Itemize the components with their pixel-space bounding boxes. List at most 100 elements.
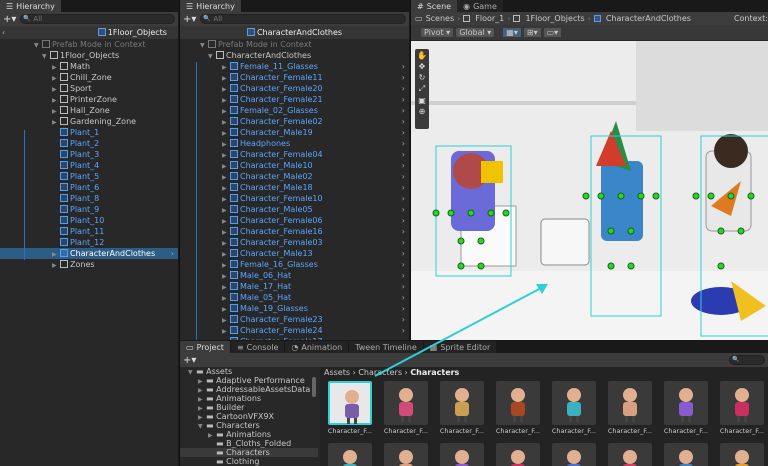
hierarchy-1-prefab-mode[interactable]: ▼ Prefab Mode in Context [0, 39, 178, 50]
hierarchy-2-item[interactable]: ▶ Character_Female04 › [180, 149, 409, 160]
chevron-right-icon[interactable]: › [402, 160, 405, 171]
hierarchy-2-item[interactable]: ▶ Female_16_Glasses › [180, 259, 409, 270]
hierarchy-2-item[interactable]: ▶ Character_Female17 › [180, 336, 409, 340]
hierarchy-1-item[interactable]: ▶ Sport [0, 83, 178, 94]
breadcrumb-character[interactable]: CharacterAndClothes [606, 14, 691, 23]
scale-tool-icon[interactable]: ⤢ [419, 84, 425, 94]
hierarchy-1-item[interactable]: Plant_3 [0, 149, 178, 160]
character-thumbnail[interactable] [664, 443, 708, 466]
character-thumbnail[interactable] [552, 443, 596, 466]
chevron-right-icon[interactable]: › [402, 336, 405, 340]
hierarchy-1-item[interactable]: Plant_4 [0, 160, 178, 171]
hierarchy-1-item[interactable]: ▶ CharacterAndClothes › [0, 248, 178, 259]
hierarchy-2-item[interactable]: ▶ Character_Female03 › [180, 237, 409, 248]
chevron-right-icon[interactable]: › [402, 171, 405, 182]
hierarchy-1-item[interactable]: Plant_12 [0, 237, 178, 248]
hierarchy-1-item[interactable]: Plant_8 [0, 193, 178, 204]
character-thumbnail[interactable] [440, 443, 484, 466]
chevron-right-icon[interactable]: › [402, 127, 405, 138]
character-thumbnail[interactable] [720, 443, 764, 466]
transform-tool-icon[interactable]: ⊕ [419, 107, 426, 116]
hierarchy-2-item[interactable]: ▶ Character_Female11 › [180, 72, 409, 83]
hand-tool-icon[interactable]: ✋ [417, 51, 427, 60]
add-icon[interactable]: +▾ [183, 355, 196, 366]
folder-item[interactable]: ▶ ▬ Animations [180, 394, 318, 403]
chevron-right-icon[interactable]: › [402, 292, 405, 303]
increment-icon[interactable]: ▭▾ [543, 28, 562, 37]
hierarchy-1-item[interactable]: Plant_2 [0, 138, 178, 149]
hierarchy-1-tab[interactable]: ☰ Hierarchy [0, 0, 61, 12]
breadcrumb-floor[interactable]: Floor_1 [475, 14, 504, 23]
folder-item[interactable]: ▬ B_Cloths_Folded [180, 439, 318, 448]
folder-tree-scrollbar[interactable] [312, 377, 316, 397]
hierarchy-2-item[interactable]: ▶ Character_Female16 › [180, 226, 409, 237]
chevron-right-icon[interactable]: › [402, 226, 405, 237]
hierarchy-2-item[interactable]: ▶ Character_Male13 › [180, 248, 409, 259]
back-icon[interactable]: ‹ [2, 28, 5, 37]
character-thumbnail[interactable] [608, 443, 652, 466]
chevron-right-icon[interactable]: › [402, 61, 405, 72]
chevron-right-icon[interactable]: › [402, 325, 405, 336]
grid-snap-icon[interactable]: ▦▾ [503, 28, 521, 37]
sprite-editor-tab[interactable]: ▦ Sprite Editor [423, 341, 497, 353]
hierarchy-2-item[interactable]: ▶ Character_Male18 › [180, 182, 409, 193]
folder-item[interactable]: ▬ Clothing [180, 457, 318, 466]
path-characters-sub[interactable]: Characters [410, 368, 459, 377]
breadcrumb-scenes[interactable]: Scenes [426, 14, 455, 23]
hierarchy-2-item[interactable]: ▶ Female_11_Glasses › [180, 61, 409, 72]
character-thumbnail[interactable] [384, 443, 428, 466]
console-tab[interactable]: ≡ Console [230, 341, 285, 353]
hierarchy-1-item[interactable]: Plant_9 [0, 204, 178, 215]
character-thumbnail[interactable] [664, 381, 708, 425]
chevron-right-icon[interactable]: › [402, 94, 405, 105]
folder-item[interactable]: ▶ ▬ CartoonVFX9X [180, 412, 318, 421]
hierarchy-1-item[interactable]: Plant_11 [0, 226, 178, 237]
chevron-right-icon[interactable]: › [402, 193, 405, 204]
chevron-right-icon[interactable]: › [171, 248, 174, 259]
animation-tab[interactable]: ◔ Animation [285, 341, 349, 353]
hierarchy-2-item[interactable]: ▶ Character_Male19 › [180, 127, 409, 138]
project-tab[interactable]: ▭ Project [180, 341, 230, 353]
hierarchy-2-item[interactable]: ▶ Male_06_Hat › [180, 270, 409, 281]
character-thumbnail[interactable] [384, 381, 428, 425]
hierarchy-2-object[interactable]: ▼ CharacterAndClothes [180, 50, 409, 61]
hierarchy-1-item[interactable]: ▶ Math [0, 61, 178, 72]
folder-item[interactable]: ▶ ▬ AddressableAssetsData [180, 385, 318, 394]
chevron-right-icon[interactable]: › [402, 138, 405, 149]
folder-item[interactable]: ▼ ▬ Characters [180, 421, 318, 430]
rotate-tool-icon[interactable]: ↻ [419, 73, 426, 82]
character-thumbnail[interactable] [720, 381, 764, 425]
global-dropdown[interactable]: Global ▾ [456, 28, 495, 37]
hierarchy-2-item[interactable]: ▶ Character_Female24 › [180, 325, 409, 336]
hierarchy-1-item[interactable]: ▶ Gardening_Zone [0, 116, 178, 127]
folder-item[interactable]: ▶ ▬ Adaptive Performance [180, 376, 318, 385]
hierarchy-2-item[interactable]: ▶ Character_Female21 › [180, 94, 409, 105]
hierarchy-1-item[interactable]: ▶ Hall_Zone [0, 105, 178, 116]
chevron-right-icon[interactable]: › [402, 314, 405, 325]
hierarchy-2-item[interactable]: ▶ Character_Female23 › [180, 314, 409, 325]
hierarchy-2-item[interactable]: ▶ Character_Female06 › [180, 215, 409, 226]
chevron-right-icon[interactable]: › [402, 72, 405, 83]
path-assets[interactable]: Assets [324, 368, 350, 377]
character-thumbnail[interactable] [328, 381, 372, 425]
hierarchy-1-item[interactable]: ▶ PrinterZone [0, 94, 178, 105]
game-tab[interactable]: ◉ Game [457, 0, 503, 12]
hierarchy-2-item[interactable]: ▶ Male_05_Hat › [180, 292, 409, 303]
chevron-right-icon[interactable]: › [402, 83, 405, 94]
hierarchy-1-root[interactable]: ‹ 1Floor_Objects [0, 26, 178, 39]
hierarchy-1-item[interactable]: ▶ Chill_Zone [0, 72, 178, 83]
expand-arrow-icon[interactable]: ▶ [52, 260, 60, 271]
character-thumbnail[interactable] [552, 381, 596, 425]
hierarchy-2-item[interactable]: ▶ Headphones › [180, 138, 409, 149]
chevron-right-icon[interactable]: › [402, 248, 405, 259]
hierarchy-2-item[interactable]: ▶ Character_Male10 › [180, 160, 409, 171]
chevron-right-icon[interactable]: › [402, 303, 405, 314]
add-icon[interactable]: +▾ [3, 14, 16, 25]
chevron-right-icon[interactable]: › [402, 182, 405, 193]
character-thumbnail[interactable] [440, 381, 484, 425]
hierarchy-1-search-input[interactable]: All [20, 14, 175, 24]
chevron-right-icon[interactable]: › [402, 105, 405, 116]
hierarchy-2-item[interactable]: ▶ Character_Male05 › [180, 204, 409, 215]
project-search-input[interactable] [729, 355, 765, 365]
folder-item[interactable]: ▼ ▬ Assets [180, 367, 318, 376]
